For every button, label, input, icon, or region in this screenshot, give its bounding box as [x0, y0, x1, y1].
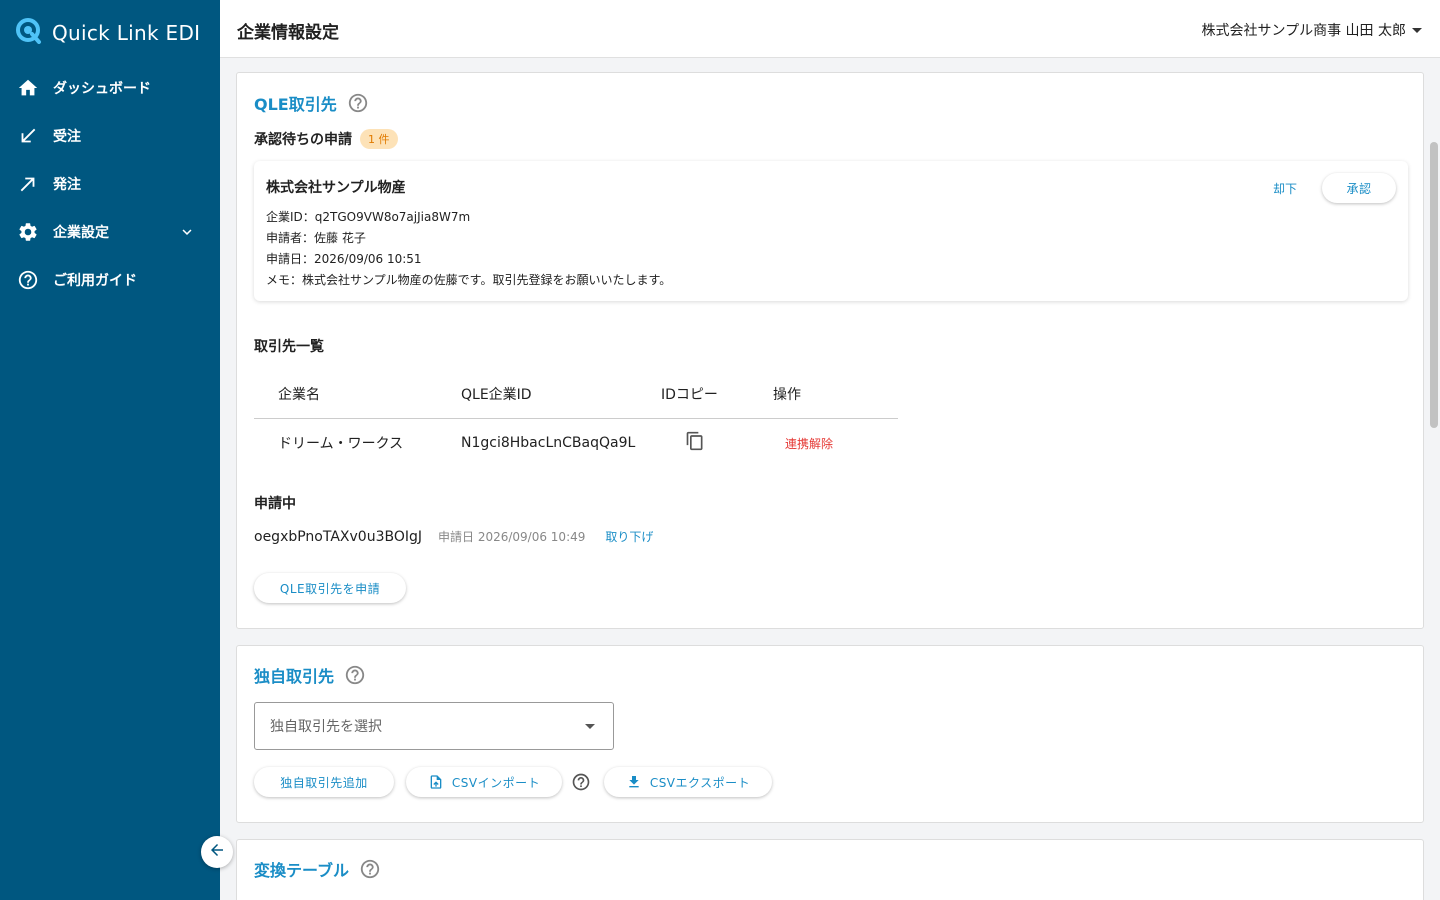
section-title-text: 独自取引先 [254, 667, 335, 686]
pending-approval-heading: 承認待ちの申請 1 件 [254, 129, 398, 149]
chevron-down-icon [178, 223, 196, 241]
sidebar-item-orders-received[interactable]: 受注 [0, 112, 220, 160]
sidebar-item-guide[interactable]: ご利用ガイド [0, 256, 220, 304]
table-row: ドリーム・ワークス N1gci8HbacLnCBaqQa9L 連携解除 [254, 419, 898, 467]
caret-down-icon [1412, 27, 1422, 33]
help-icon[interactable] [359, 858, 381, 880]
sidebar-item-label: 受注 [53, 129, 81, 145]
logo-text: Quick Link EDI [52, 21, 201, 45]
section-title-text: 変換テーブル [254, 861, 350, 880]
sidebar-item-label: 企業設定 [53, 225, 109, 241]
help-icon[interactable] [347, 92, 369, 114]
request-memo: メモ：株式会社サンプル物産の佐藤です。取引先登録をお願いいたします。 [266, 273, 672, 287]
top-header: 企業情報設定 株式会社サンプル商事 山田 太郎 [220, 0, 1440, 58]
sidebar: Quick Link EDI ダッシュボード 受注 発注 企業設定 ご利用ガイド [0, 0, 233, 900]
select-placeholder: 独自取引先を選択 [270, 719, 382, 735]
approval-request-card: 株式会社サンプル物産 企業ID：q2TGO9VW8o7ajJia8W7m 申請者… [254, 161, 1408, 301]
approve-button[interactable]: 承認 [1322, 173, 1396, 203]
arrow-down-left-icon [17, 125, 39, 147]
col-header-company: 企業名 [278, 386, 320, 403]
sidebar-item-label: ご利用ガイド [53, 273, 137, 289]
sidebar-item-orders-placed[interactable]: 発注 [0, 160, 220, 208]
reject-button[interactable]: 却下 [1273, 180, 1297, 197]
conversion-section-title: 変換テーブル [254, 857, 381, 881]
csv-export-button[interactable]: CSVエクスポート [604, 767, 772, 797]
home-icon [17, 77, 39, 99]
copy-id-button[interactable] [661, 431, 773, 455]
custom-partner-select[interactable]: 独自取引先を選択 [254, 702, 614, 750]
help-circle-icon [17, 269, 39, 291]
sidebar-item-label: 発注 [53, 177, 81, 193]
partners-table: 企業名 QLE企業ID IDコピー 操作 ドリーム・ワークス N1gci8Hba… [254, 369, 898, 467]
section-title-text: QLE取引先 [254, 95, 337, 114]
arrow-up-right-icon [17, 173, 39, 195]
count-badge: 1 件 [360, 129, 398, 149]
applying-id: oegxbPnoTAXv0u3BOIgJ [254, 529, 422, 545]
logo-icon [16, 18, 42, 48]
applying-row: oegxbPnoTAXv0u3BOIgJ 申請日 2026/09/06 10:4… [254, 528, 653, 545]
col-header-actions: 操作 [773, 386, 801, 403]
partners-heading: 取引先一覧 [254, 339, 324, 355]
unlink-button[interactable]: 連携解除 [773, 437, 833, 451]
gear-icon [17, 221, 39, 243]
pending-approval-title: 承認待ちの申請 [254, 132, 352, 148]
apply-qle-partner-button[interactable]: QLE取引先を申請 [254, 573, 406, 603]
withdraw-button[interactable]: 取り下げ [605, 528, 653, 545]
table-header: 企業名 QLE企業ID IDコピー 操作 [254, 369, 898, 419]
file-upload-icon [430, 775, 442, 789]
copy-icon [685, 431, 705, 455]
dropdown-arrow-icon [585, 724, 595, 729]
sidebar-item-dashboard[interactable]: ダッシュボード [0, 64, 220, 112]
request-date: 申請日：2026/09/06 10:51 [266, 252, 422, 266]
request-applicant: 申請者：佐藤 花子 [266, 231, 366, 245]
csv-import-label: CSVインポート [451, 775, 541, 790]
custom-partners-card: 独自取引先 独自取引先を選択 独自取引先追加 CSVインポート CSVエクスポー… [236, 645, 1424, 823]
main-content: QLE取引先 承認待ちの申請 1 件 株式会社サンプル物産 企業ID：q2TGO… [220, 58, 1440, 900]
col-header-qle-id: QLE企業ID [461, 386, 532, 403]
cell-company-name: ドリーム・ワークス [278, 436, 404, 452]
sidebar-nav: ダッシュボード 受注 発注 企業設定 ご利用ガイド [0, 64, 220, 304]
applying-heading: 申請中 [254, 496, 296, 512]
qle-section-title: QLE取引先 [254, 91, 369, 115]
app-logo[interactable]: Quick Link EDI [16, 18, 200, 48]
request-company-name: 株式会社サンプル物産 [266, 180, 406, 196]
request-company-id: 企業ID：q2TGO9VW8o7ajJia8W7m [266, 210, 471, 224]
user-name: 株式会社サンプル商事 山田 太郎 [1201, 23, 1406, 39]
applying-date: 申請日 2026/09/06 10:49 [438, 530, 586, 544]
request-details: 企業ID：q2TGO9VW8o7ajJia8W7m 申請者：佐藤 花子 申請日：… [266, 207, 671, 291]
help-icon[interactable] [344, 664, 366, 686]
sidebar-item-company-settings[interactable]: 企業設定 [0, 208, 220, 256]
csv-export-label: CSVエクスポート [649, 775, 751, 790]
qle-partners-card: QLE取引先 承認待ちの申請 1 件 株式会社サンプル物産 企業ID：q2TGO… [236, 72, 1424, 629]
vertical-scrollbar[interactable] [1430, 142, 1438, 428]
download-icon [629, 776, 639, 788]
add-custom-partner-button[interactable]: 独自取引先追加 [254, 767, 394, 797]
custom-section-title: 独自取引先 [254, 663, 366, 687]
csv-import-button[interactable]: CSVインポート [406, 767, 562, 797]
page-title: 企業情報設定 [237, 23, 339, 43]
col-header-id-copy: IDコピー [661, 386, 718, 403]
conversion-table-card: 変換テーブル [236, 839, 1424, 900]
user-menu[interactable]: 株式会社サンプル商事 山田 太郎 [1202, 20, 1422, 40]
sidebar-item-label: ダッシュボード [53, 81, 151, 97]
cell-qle-id: N1gci8HbacLnCBaqQa9L [461, 435, 636, 451]
help-icon[interactable] [571, 772, 591, 792]
